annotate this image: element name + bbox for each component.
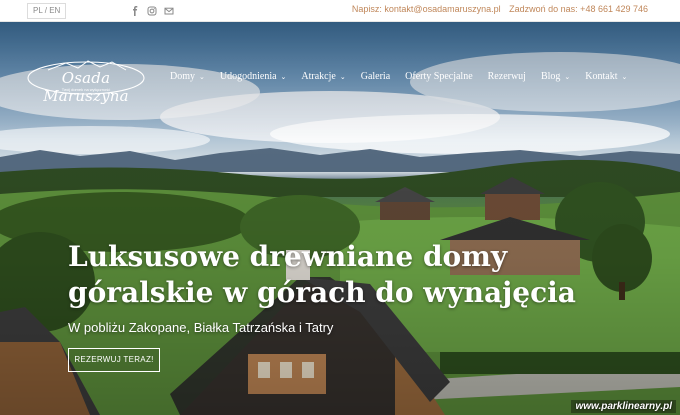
headline-line-2: góralskie w górach do wynajęcia bbox=[68, 276, 576, 309]
hero-headline: Luksusowe drewniane domy góralskie w gór… bbox=[68, 239, 588, 311]
nav-item-label: Oferty Specjalne bbox=[405, 71, 473, 82]
main-navigation: Domy ⌄ Udogodnienia ⌄ Atrakcje ⌄ Galeria Of… bbox=[170, 71, 627, 82]
nav-item-label: Rezerwuj bbox=[487, 71, 526, 82]
nav-item-label: Udogodnienia bbox=[219, 71, 277, 82]
contact-email[interactable]: Napisz: kontakt@osadamaruszyna.pl bbox=[352, 4, 501, 14]
headline-line-1: Luksusowe drewniane domy bbox=[68, 240, 508, 273]
hero-subline: W pobliżu Zakopane, Białka Tatrzańska i … bbox=[68, 320, 334, 335]
nav-item-blog[interactable]: Blog ⌄ bbox=[541, 71, 570, 82]
lang-pl[interactable]: PL bbox=[33, 6, 43, 15]
chevron-down-icon: ⌄ bbox=[564, 72, 571, 81]
nav-item-label: Atrakcje bbox=[301, 71, 336, 82]
social-links bbox=[130, 3, 174, 19]
watermark: www.parklinearny.pl bbox=[571, 400, 676, 413]
nav-item-oferty-specjalne[interactable]: Oferty Specjalne bbox=[405, 71, 472, 82]
nav-item-label: Domy bbox=[170, 71, 195, 82]
email-icon[interactable] bbox=[164, 6, 174, 16]
logo[interactable]: Osada Maruszyna Twój domek na wyłączność bbox=[26, 58, 146, 105]
nav-item-udogodnienia[interactable]: Udogodnienia ⌄ bbox=[220, 71, 287, 82]
book-now-button[interactable]: REZERWUJ TERAZ! bbox=[68, 348, 160, 372]
nav-item-domy[interactable]: Domy ⌄ bbox=[170, 71, 205, 82]
facebook-icon[interactable] bbox=[130, 6, 140, 16]
language-switcher[interactable]: PL / EN bbox=[27, 3, 67, 19]
nav-item-label: Kontakt bbox=[585, 71, 618, 82]
chevron-down-icon: ⌄ bbox=[339, 72, 346, 81]
nav-item-label: Blog bbox=[540, 71, 561, 82]
nav-item-label: Galeria bbox=[360, 71, 391, 82]
contact-info: Napisz: kontakt@osadamaruszyna.pl Zadzwo… bbox=[352, 4, 648, 14]
lang-separator: / bbox=[44, 6, 47, 15]
chevron-down-icon: ⌄ bbox=[280, 72, 287, 81]
nav-item-atrakcje[interactable]: Atrakcje ⌄ bbox=[301, 71, 345, 82]
chevron-down-icon: ⌄ bbox=[199, 72, 205, 81]
nav-item-galeria[interactable]: Galeria bbox=[361, 71, 390, 82]
hero-banner: Osada Maruszyna Twój domek na wyłączność… bbox=[0, 22, 680, 415]
chevron-down-icon: ⌄ bbox=[621, 72, 628, 81]
logo-tagline: Twój domek na wyłączność bbox=[61, 87, 111, 92]
nav-item-kontakt[interactable]: Kontakt ⌄ bbox=[585, 71, 627, 82]
top-bar: PL / EN Napisz: kontakt@osadamaruszyna.p… bbox=[0, 0, 680, 22]
instagram-icon[interactable] bbox=[147, 6, 157, 16]
contact-phone[interactable]: Zadzwoń do nas: +48 661 429 746 bbox=[509, 4, 648, 14]
nav-item-rezerwuj[interactable]: Rezerwuj bbox=[488, 71, 526, 82]
lang-en[interactable]: EN bbox=[49, 6, 60, 15]
